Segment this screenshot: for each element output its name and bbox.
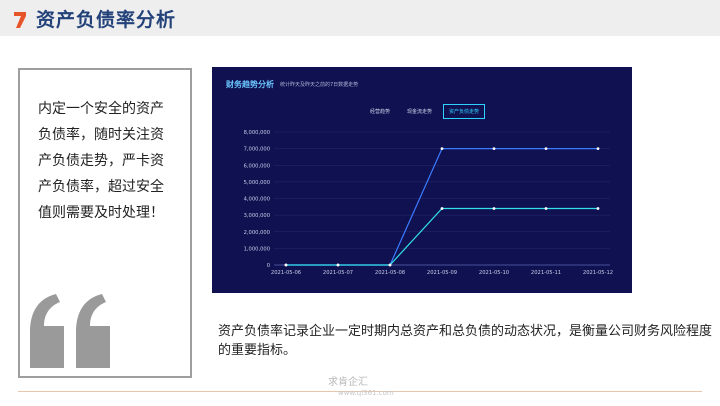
watermark-url: www.ql361.com xyxy=(338,389,394,397)
dashboard-panel: 财务趋势分析 统计昨天及昨天之前的7日数据走势 经营趋势 现金流走势 资产负债走… xyxy=(212,67,632,293)
data-point xyxy=(388,263,392,267)
y-tick-label: 3,000,000 xyxy=(244,213,270,219)
y-tick-label: 7,000,000 xyxy=(244,147,270,153)
data-point xyxy=(596,147,600,151)
x-tick-label: 2021-05-10 xyxy=(479,270,509,276)
y-tick-label: 5,000,000 xyxy=(244,180,270,186)
x-tick-label: 2021-05-12 xyxy=(583,270,613,276)
x-tick-label: 2021-05-09 xyxy=(427,270,457,276)
series-line-2 xyxy=(286,207,598,266)
y-tick-label: 2,000,000 xyxy=(244,230,270,236)
x-tick-label: 2021-05-11 xyxy=(531,270,561,276)
data-point xyxy=(440,207,444,210)
y-tick-label: 6,000,000 xyxy=(244,163,270,169)
x-tick-label: 2021-05-08 xyxy=(375,270,405,276)
y-tick-label: 8,000,000 xyxy=(244,130,270,136)
asset-liability-line-chart: 0 1,000,000 2,000,000 3,000,000 4,000,000 5,0… xyxy=(244,130,613,276)
data-point xyxy=(544,147,548,151)
page-title: 资产负债率分析 xyxy=(36,9,177,31)
data-point xyxy=(596,207,600,210)
quote-box: 内定一个安全的资产负债率，随时关注资产负债走势，严卡资产负债率，超过安全值则需要… xyxy=(18,68,192,378)
data-point xyxy=(440,147,444,151)
data-point xyxy=(336,263,340,267)
y-tick-label: 1,000,000 xyxy=(244,246,270,252)
series-line-1 xyxy=(286,148,598,266)
brand-logo-icon xyxy=(14,12,26,28)
data-point xyxy=(544,207,548,210)
y-tick-label: 4,000,000 xyxy=(244,197,270,203)
quote-mark-icon xyxy=(30,294,110,368)
data-point xyxy=(284,263,288,267)
watermark: 求肯企汇 www.ql361.com xyxy=(328,377,394,399)
data-point xyxy=(492,207,496,210)
watermark-brand: 求肯企汇 xyxy=(328,377,368,388)
description-text: 资产负债率记录企业一定时期内总资产和总负债的动态状况，是衡量公司财务风险程度的重… xyxy=(218,324,713,358)
y-tick-label: 0 xyxy=(267,263,270,269)
x-tick-label: 2021-05-06 xyxy=(271,270,301,276)
header-bar: 资产负债率分析 xyxy=(0,0,720,36)
x-tick-label: 2021-05-07 xyxy=(323,270,353,276)
data-point xyxy=(492,147,496,151)
quote-text: 内定一个安全的资产负债率，随时关注资产负债走势，严卡资产负债率，超过安全值则需要… xyxy=(38,101,164,221)
